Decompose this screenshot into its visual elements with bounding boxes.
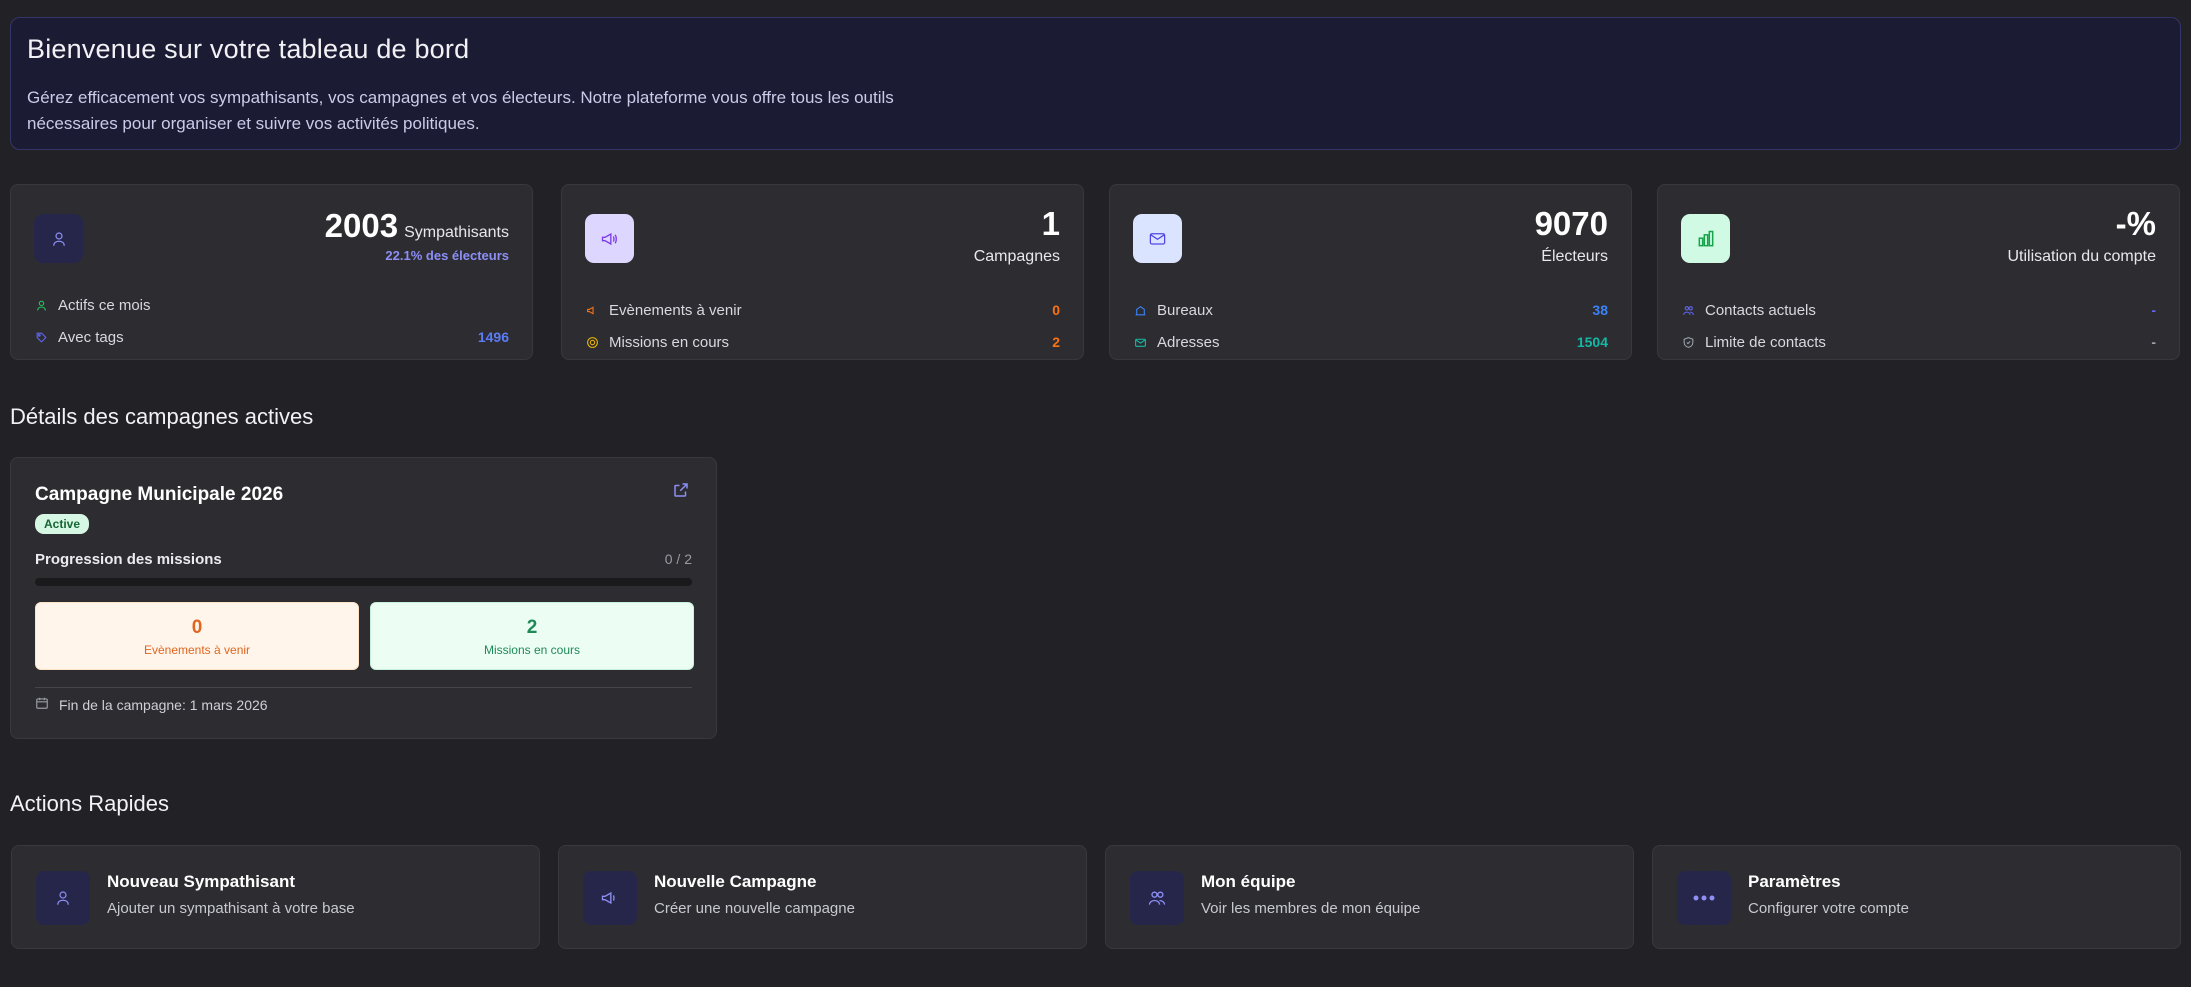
electeurs-count: 9070 bbox=[1534, 205, 1608, 242]
campaign-card[interactable]: Campagne Municipale 2026 Active Progress… bbox=[10, 457, 717, 739]
user-icon bbox=[34, 214, 83, 263]
welcome-text: Gérez efficacement vos sympathisants, vo… bbox=[27, 88, 894, 133]
row-value: 38 bbox=[1592, 302, 1608, 318]
building-icon bbox=[1133, 303, 1147, 317]
actions-section-title: Actions Rapides bbox=[10, 791, 169, 816]
row-label: Contacts actuels bbox=[1705, 301, 1816, 319]
action-subtitle: Créer une nouvelle campagne bbox=[654, 900, 855, 917]
action-subtitle: Ajouter un sympathisant à votre base bbox=[107, 900, 355, 917]
stat-card-campagnes: 1 Campagnes Evènements à venir 0 Mission… bbox=[561, 184, 1084, 360]
welcome-title: Bienvenue sur votre tableau de bord bbox=[27, 34, 470, 64]
row-label: Evènements à venir bbox=[609, 301, 742, 319]
row-value: 1504 bbox=[1576, 334, 1608, 350]
action-mon-equipe[interactable]: Mon équipe Voir les membres de mon équip… bbox=[1105, 845, 1634, 949]
megaphone-icon bbox=[585, 303, 599, 317]
tag-icon bbox=[34, 330, 48, 344]
events-box: 0 Evènements à venir bbox=[35, 602, 359, 670]
row-label: Bureaux bbox=[1157, 301, 1213, 319]
row-bureaux: Bureaux 38 bbox=[1133, 294, 1608, 326]
divider bbox=[35, 687, 692, 688]
user-icon bbox=[34, 298, 48, 312]
action-title: Nouvelle Campagne bbox=[654, 872, 817, 891]
bar-chart-icon bbox=[1681, 214, 1730, 263]
missions-count: 2 bbox=[526, 617, 538, 638]
compte-unit: Utilisation du compte bbox=[2007, 248, 2156, 265]
status-badge: Active bbox=[35, 514, 90, 534]
calendar-icon bbox=[35, 696, 49, 713]
mail-icon bbox=[1133, 335, 1147, 349]
progress-bar bbox=[35, 578, 692, 586]
sympathisants-count: 2003 bbox=[324, 207, 399, 244]
row-label: Limite de contacts bbox=[1705, 333, 1826, 351]
row-contacts-actuels: Contacts actuels - bbox=[1681, 294, 2156, 326]
shield-icon bbox=[1681, 335, 1695, 349]
campaign-end-text: Fin de la campagne: 1 mars 2026 bbox=[59, 696, 268, 713]
progress-label: Progression des missions bbox=[35, 551, 222, 568]
users-icon bbox=[1681, 303, 1695, 317]
welcome-banner: Bienvenue sur votre tableau de bord Gére… bbox=[10, 17, 2181, 150]
mail-icon bbox=[1133, 214, 1182, 263]
campaigns-section-title: Détails des campagnes actives bbox=[10, 404, 314, 429]
row-actifs: Actifs ce mois bbox=[34, 289, 509, 321]
compte-percent: -% bbox=[2115, 205, 2156, 242]
megaphone-icon bbox=[585, 214, 634, 263]
campagnes-unit: Campagnes bbox=[973, 248, 1060, 265]
events-label: Evènements à venir bbox=[143, 643, 251, 657]
action-title: Nouveau Sympathisant bbox=[107, 872, 295, 891]
row-adresses: Adresses 1504 bbox=[1133, 326, 1608, 358]
campaign-end: Fin de la campagne: 1 mars 2026 bbox=[35, 696, 268, 713]
missions-label: Missions en cours bbox=[483, 643, 581, 657]
row-label: Adresses bbox=[1157, 333, 1220, 351]
stat-card-electeurs: 9070 Électeurs Bureaux 38 Adresses 1504 bbox=[1109, 184, 1632, 360]
electeurs-unit: Électeurs bbox=[1541, 248, 1608, 265]
target-icon bbox=[585, 335, 599, 349]
row-value: 1496 bbox=[477, 329, 509, 345]
action-subtitle: Voir les membres de mon équipe bbox=[1201, 900, 1421, 917]
stat-card-compte: -% Utilisation du compte Contacts actuel… bbox=[1657, 184, 2180, 360]
row-tags: Avec tags 1496 bbox=[34, 321, 509, 353]
row-value: - bbox=[2151, 334, 2156, 350]
users-icon bbox=[1130, 871, 1184, 925]
user-icon bbox=[36, 871, 90, 925]
events-count: 0 bbox=[191, 617, 203, 638]
campaign-name: Campagne Municipale 2026 bbox=[35, 484, 284, 505]
action-nouveau-sympathisant[interactable]: Nouveau Sympathisant Ajouter un sympathi… bbox=[11, 845, 540, 949]
sympathisants-percent: 22.1% des électeurs bbox=[385, 248, 509, 263]
row-evenements: Evènements à venir 0 bbox=[585, 294, 1060, 326]
progress-count: 0 / 2 bbox=[664, 551, 692, 567]
row-label: Avec tags bbox=[58, 328, 124, 346]
action-parametres[interactable]: Paramètres Configurer votre compte bbox=[1652, 845, 2181, 949]
megaphone-icon bbox=[583, 871, 637, 925]
campagnes-count: 1 bbox=[1041, 205, 1060, 242]
row-value: 0 bbox=[1052, 302, 1060, 318]
external-link-icon[interactable] bbox=[672, 481, 692, 501]
action-subtitle: Configurer votre compte bbox=[1748, 900, 1909, 917]
missions-box: 2 Missions en cours bbox=[370, 602, 694, 670]
action-title: Paramètres bbox=[1748, 872, 1841, 891]
row-limite-contacts: Limite de contacts - bbox=[1681, 326, 2156, 358]
row-value: 2 bbox=[1052, 334, 1060, 350]
row-value: - bbox=[2151, 302, 2156, 318]
more-icon bbox=[1677, 871, 1731, 925]
row-label: Actifs ce mois bbox=[58, 296, 151, 314]
row-label: Missions en cours bbox=[609, 333, 730, 351]
sympathisants-unit: Sympathisants bbox=[404, 224, 509, 241]
action-title: Mon équipe bbox=[1201, 872, 1296, 891]
action-nouvelle-campagne[interactable]: Nouvelle Campagne Créer une nouvelle cam… bbox=[558, 845, 1087, 949]
row-missions: Missions en cours 2 bbox=[585, 326, 1060, 358]
stat-card-sympathisants: 2003 Sympathisants 22.1% des électeurs Ac… bbox=[10, 184, 533, 360]
